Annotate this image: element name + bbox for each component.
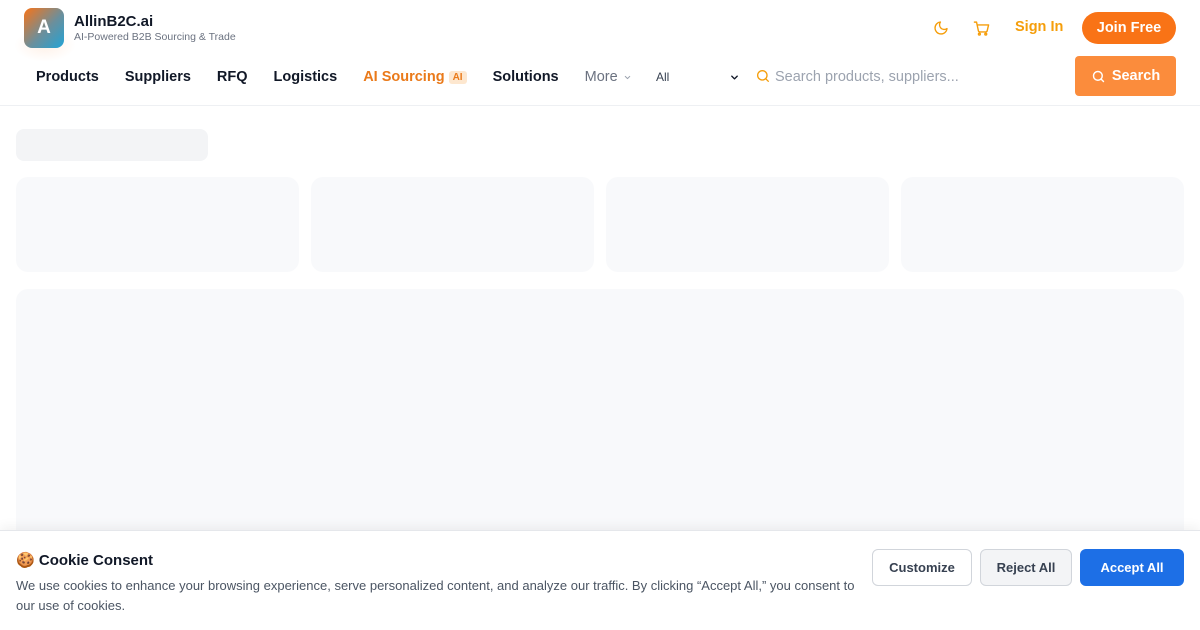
cookie-title: 🍪 Cookie Consent — [16, 551, 153, 569]
main-nav: Products Suppliers RFQ Logistics AI Sour… — [36, 67, 658, 87]
nav-solutions[interactable]: Solutions — [493, 69, 559, 85]
accept-all-button[interactable]: Accept All — [1080, 549, 1184, 586]
skeleton-panel — [16, 289, 1184, 549]
sign-in-link[interactable]: Sign In — [1015, 19, 1063, 35]
ai-badge: AI — [448, 70, 467, 84]
chevron-down-icon — [731, 74, 738, 80]
join-free-button[interactable]: Join Free — [1082, 12, 1176, 44]
brand-tagline: AI-Powered B2B Sourcing & Trade — [74, 31, 236, 43]
moon-icon[interactable] — [931, 18, 951, 38]
cookie-description: We use cookies to enhance your browsing … — [16, 578, 855, 613]
search-button-label: Search — [1111, 68, 1161, 84]
skeleton-card — [901, 177, 1184, 272]
reject-all-button[interactable]: Reject All — [980, 549, 1072, 586]
nav-logistics[interactable]: Logistics — [274, 69, 338, 85]
category-select[interactable]: All — [650, 62, 746, 92]
nav-more-label: More — [584, 69, 618, 85]
search-icon — [755, 68, 771, 89]
skeleton-title — [16, 129, 208, 161]
nav-more[interactable]: More — [585, 69, 632, 85]
search-input[interactable] — [775, 62, 1071, 92]
nav-suppliers[interactable]: Suppliers — [125, 69, 191, 85]
search-icon — [1092, 70, 1105, 82]
cart-icon[interactable] — [971, 18, 991, 38]
nav-ai-sourcing[interactable]: AI Sourcing AI — [363, 69, 467, 85]
cookie-icon: 🍪 — [16, 552, 35, 569]
logo[interactable]: A — [24, 8, 64, 48]
nav-ai-sourcing-label: AI Sourcing — [363, 69, 445, 85]
skeleton-card — [311, 177, 594, 272]
category-selected-value: All — [656, 70, 670, 84]
nav-rfq[interactable]: RFQ — [217, 69, 248, 85]
cookie-banner: 🍪 Cookie Consent We use cookies to enhan… — [0, 530, 1200, 630]
search-button[interactable]: Search — [1075, 56, 1176, 96]
chevron-down-icon — [624, 75, 630, 79]
site-header: A AllinB2C.ai AI-Powered B2B Sourcing & … — [0, 0, 1200, 106]
cookie-title-text: Cookie Consent — [38, 552, 154, 569]
brand-name[interactable]: AllinB2C.ai — [74, 13, 153, 30]
nav-products[interactable]: Products — [36, 69, 99, 85]
customize-button[interactable]: Customize — [872, 549, 972, 586]
skeleton-card — [606, 177, 889, 272]
skeleton-card — [16, 177, 299, 272]
